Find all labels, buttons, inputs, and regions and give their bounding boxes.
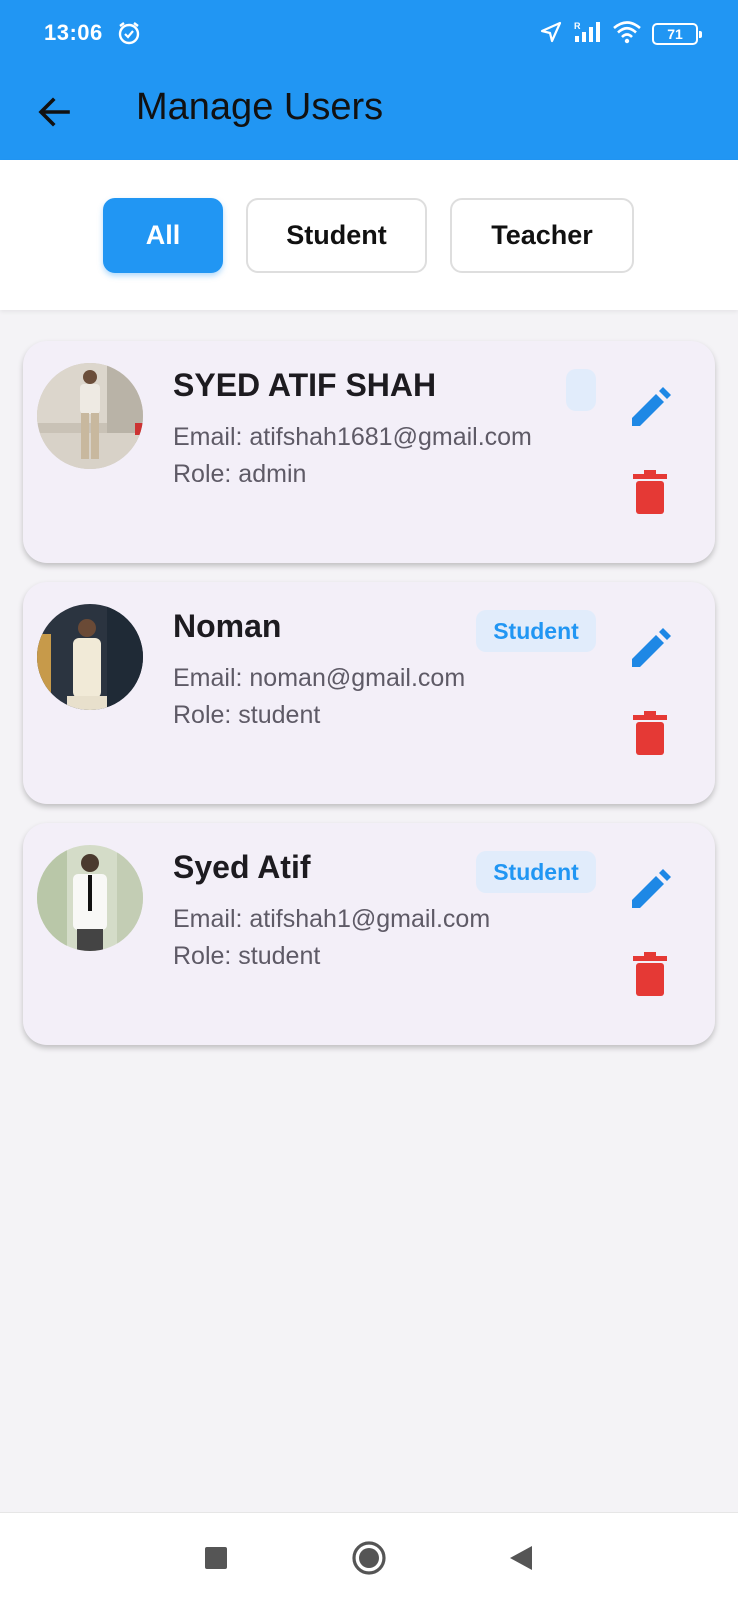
user-card[interactable]: SYED ATIF SHAH Email: atifshah1681@gmail…: [23, 341, 715, 563]
edit-user-button[interactable]: [623, 622, 677, 676]
page-title: Manage Users: [136, 86, 384, 128]
filter-bar: All Student Teacher: [0, 160, 738, 310]
filter-chip-student[interactable]: Student: [246, 198, 427, 273]
user-name: Noman: [173, 608, 282, 644]
role-badge: Student: [476, 610, 596, 652]
home-circle-icon: [352, 1541, 386, 1575]
user-role: Role: student: [173, 701, 321, 729]
role-badge: [566, 369, 596, 411]
app-bar: Manage Users: [0, 68, 738, 160]
nav-back-button[interactable]: [494, 1531, 548, 1585]
status-time: 13:06: [44, 20, 103, 45]
user-email: Email: noman@gmail.com: [173, 664, 466, 692]
delete-user-button[interactable]: [623, 465, 677, 519]
filter-chip-teacher[interactable]: Teacher: [450, 198, 634, 273]
user-name: Syed Atif: [173, 849, 311, 885]
avatar: [37, 845, 143, 951]
wifi-icon: [612, 20, 642, 49]
filter-chip-all[interactable]: All: [103, 198, 223, 273]
user-name: SYED ATIF SHAH: [173, 367, 437, 403]
svg-text:R: R: [574, 21, 581, 31]
status-bar: 13:06 R 71: [0, 0, 738, 68]
location-icon: [540, 21, 562, 48]
edit-user-button[interactable]: [623, 381, 677, 435]
arrow-left-icon: [38, 97, 70, 127]
user-email: Email: atifshah1681@gmail.com: [173, 423, 532, 451]
edit-user-button[interactable]: [623, 863, 677, 917]
trash-icon: [633, 470, 667, 514]
back-button[interactable]: [28, 86, 80, 138]
alarm-icon: [116, 20, 142, 46]
pencil-icon: [632, 869, 671, 908]
status-icons: R 71: [540, 20, 702, 49]
system-nav-bar: [0, 1512, 738, 1600]
avatar: [37, 604, 143, 710]
pencil-icon: [632, 628, 671, 667]
recents-square-icon: [205, 1547, 227, 1569]
delete-user-button[interactable]: [623, 947, 677, 1001]
battery-icon: 71: [652, 23, 702, 45]
user-role: Role: student: [173, 942, 321, 970]
pencil-icon: [632, 387, 671, 426]
avatar: [37, 363, 143, 469]
trash-icon: [633, 711, 667, 755]
signal-icon: R: [572, 20, 602, 49]
trash-icon: [633, 952, 667, 996]
user-card[interactable]: Noman Student Email: noman@gmail.com Rol…: [23, 582, 715, 804]
home-button[interactable]: [342, 1531, 396, 1585]
back-triangle-icon: [510, 1546, 532, 1570]
role-badge: Student: [476, 851, 596, 893]
app-header: 13:06 R 71 Manage Users: [0, 0, 738, 160]
user-email: Email: atifshah1@gmail.com: [173, 905, 491, 933]
user-role: Role: admin: [173, 460, 307, 488]
delete-user-button[interactable]: [623, 706, 677, 760]
user-card[interactable]: Syed Atif Student Email: atifshah1@gmail…: [23, 823, 715, 1045]
recents-button[interactable]: [189, 1531, 243, 1585]
